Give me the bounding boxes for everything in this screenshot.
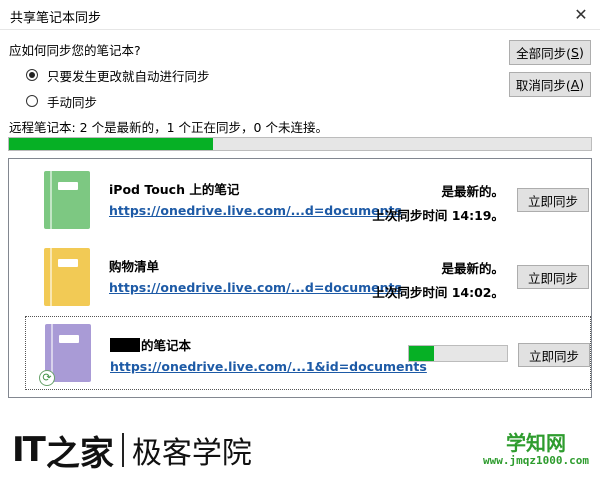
notebook-row[interactable]: 购物清单 https://onedrive.live.com/...d=docu… (9, 238, 591, 312)
notebook-spine (50, 171, 52, 229)
watermark-left: IT 之家 极客学院 (12, 430, 252, 474)
notebook-name-text: 的笔记本 (141, 338, 192, 353)
cancel-sync-button[interactable]: 取消同步(A) (509, 72, 591, 97)
watermark-right: 学知网 www.jmqz1000.com (478, 432, 594, 467)
syncing-icon: ⟳ (39, 370, 55, 386)
watermark-it-logo: IT (12, 430, 46, 470)
watermark-logo-glyph: 之家 (45, 433, 114, 474)
sync-now-button[interactable]: 立即同步 (518, 343, 590, 367)
notebook-sync-progress (408, 345, 508, 362)
notebook-name: 购物清单 (109, 259, 160, 274)
sync-now-button[interactable]: 立即同步 (517, 188, 589, 212)
overall-progress-bar (8, 137, 592, 151)
notebook-status: 是最新的。 (441, 184, 504, 199)
cancel-sync-suffix: ) (579, 77, 585, 92)
notebook-sync-progress-fill (409, 346, 434, 361)
notebook-url-link[interactable]: https://onedrive.live.com/...d=documents (109, 280, 402, 295)
watermark-left-text: 极客学院 (131, 436, 252, 471)
notebook-icon: ⟳ (39, 324, 91, 386)
sync-all-label: 全部同步( (516, 46, 572, 61)
window-title: 共享笔记本同步 (10, 11, 102, 26)
sync-all-suffix: ) (578, 45, 584, 60)
radio-auto-sync[interactable]: 只要发生更改就自动进行同步 (26, 66, 210, 85)
sync-now-button[interactable]: 立即同步 (517, 265, 589, 289)
sync-question: 应如何同步您的笔记本? (9, 43, 141, 58)
radio-manual-sync[interactable]: 手动同步 (26, 92, 97, 111)
notebook-label-tab (59, 335, 79, 343)
notebook-spine (50, 248, 52, 306)
notebook-name: iPod Touch 上的笔记 (109, 182, 240, 197)
notebook-list[interactable]: iPod Touch 上的笔记 https://onedrive.live.co… (8, 158, 592, 398)
notebook-url-link[interactable]: https://onedrive.live.com/...d=documents (109, 203, 402, 218)
notebook-status: 是最新的。 (441, 261, 504, 276)
notebook-icon (44, 171, 90, 229)
redacted-owner (110, 338, 140, 352)
radio-auto-sync-indicator[interactable] (26, 69, 38, 81)
notebook-row[interactable]: iPod Touch 上的笔记 https://onedrive.live.co… (9, 161, 591, 235)
notebook-label-tab (58, 259, 78, 267)
notebook-name: 的笔记本 (110, 335, 191, 354)
overall-progress-fill (9, 138, 213, 150)
watermark-right-title: 学知网 (506, 431, 566, 455)
notebook-label-tab (58, 182, 78, 190)
radio-manual-sync-label[interactable]: 手动同步 (47, 92, 97, 111)
notebook-icon (44, 248, 90, 306)
cancel-sync-label: 取消同步( (515, 78, 571, 93)
watermark-right-url: www.jmqz1000.com (483, 454, 589, 467)
notebook-url-link[interactable]: https://onedrive.live.com/...1&id=docume… (110, 359, 427, 374)
radio-manual-sync-indicator[interactable] (26, 95, 38, 107)
title-bar: 共享笔记本同步 ✕ (0, 0, 600, 30)
sync-all-accesskey: S (571, 45, 579, 60)
watermark-divider (121, 433, 124, 467)
close-icon[interactable]: ✕ (568, 2, 594, 28)
notebook-row[interactable]: ⟳ 的笔记本 https://onedrive.live.com/...1&id… (25, 316, 591, 390)
cancel-sync-accesskey: A (570, 77, 580, 92)
radio-auto-sync-label[interactable]: 只要发生更改就自动进行同步 (47, 66, 210, 85)
notebook-last-sync: 上次同步时间 14:02。 (372, 285, 504, 300)
notebook-last-sync: 上次同步时间 14:19。 (372, 208, 504, 223)
sync-all-button[interactable]: 全部同步(S) (509, 40, 591, 65)
remote-notebooks-status: 远程笔记本: 2 个是最新的，1 个正在同步，0 个未连接。 (9, 120, 328, 135)
